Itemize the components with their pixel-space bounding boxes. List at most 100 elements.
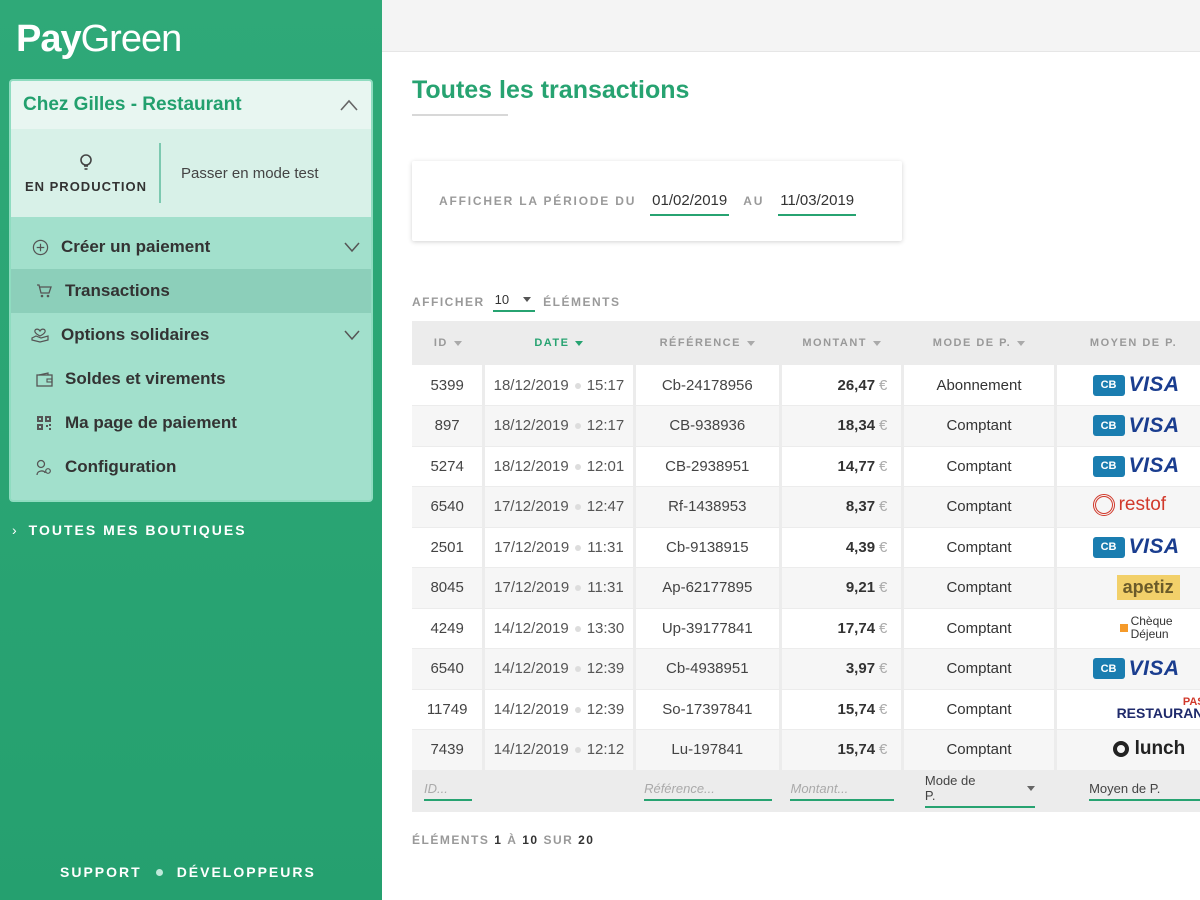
cell-date: 14/12/2019 12:12 [483, 729, 636, 771]
column-header-payment-method[interactable]: MOYEN DE P. [1055, 321, 1200, 365]
currency-symbol: € [879, 660, 888, 678]
page-size-row: AFFICHER 10 ÉLÉMENTS [412, 292, 620, 312]
cell-reference: Lu-197841 [634, 729, 782, 771]
start-date-input[interactable]: 01/02/2019 [650, 192, 730, 216]
separator-dot [574, 382, 581, 389]
cb-visa-logo: CB VISA [1092, 535, 1180, 559]
cell-payment-mode: Comptant [902, 729, 1057, 771]
column-header-amount[interactable]: MONTANT [780, 321, 902, 365]
sidebar-item-create-payment[interactable]: Créer un paiement [11, 225, 371, 269]
separator-dot [575, 585, 582, 592]
filter-select-value: Mode de P. [924, 773, 976, 803]
test-mode-link[interactable]: Passer en mode test [181, 165, 319, 182]
column-header-date[interactable]: DATE [484, 321, 634, 365]
payment-mode-filter-select[interactable]: Mode de P. [924, 773, 1035, 808]
amount-value: 9,21 [845, 579, 876, 597]
table-row[interactable]: 7439 14/12/2019 12:12 Lu-197841 15,74 € Compta… [412, 729, 1200, 771]
cell-payment-method: lunch [1055, 729, 1200, 771]
page-size-select[interactable]: 10 [492, 292, 536, 312]
table-row[interactable]: 5274 18/12/2019 12:01 CB-2938951 14,77 € Compt… [412, 446, 1200, 487]
cell-amount: 8,37 € [780, 486, 905, 528]
amount-value: 15,74 [837, 741, 876, 759]
pager-to-word: À [507, 833, 518, 847]
amount-filter-input[interactable]: Montant... [790, 781, 895, 801]
developers-link[interactable]: DÉVELOPPEURS [177, 864, 316, 880]
column-header-id[interactable]: ID [412, 321, 484, 365]
show-label: AFFICHER [412, 295, 485, 309]
sort-icon [873, 340, 882, 346]
elements-label: ÉLÉMENTS [543, 295, 621, 309]
cell-payment-method: apetiz [1055, 567, 1200, 609]
sidebar-item-transactions[interactable]: Transactions [11, 269, 371, 313]
time-value: 12:39 [586, 660, 625, 678]
sort-icon [453, 340, 462, 346]
cb-visa-logo: CB VISA [1092, 657, 1180, 681]
date-value: 17/12/2019 [494, 579, 570, 597]
pager-of-word: SUR [543, 833, 574, 847]
cell-payment-method: CB VISA [1055, 446, 1200, 487]
currency-symbol: € [879, 457, 888, 475]
sidebar-item-payment-page[interactable]: Ma page de paiement [11, 401, 371, 445]
cell-payment-mode: Comptant [902, 405, 1057, 447]
table-row[interactable]: 6540 14/12/2019 12:39 Cb-4938951 3,97 € Compta… [412, 648, 1200, 690]
column-header-reference[interactable]: RÉFÉRENCE [634, 321, 780, 365]
currency-symbol: € [879, 417, 888, 435]
environment-row: EN PRODUCTION Passer en mode test [11, 129, 371, 217]
cell-reference: Cb-9138915 [634, 527, 782, 568]
paygreen-logo[interactable]: PayGreen [16, 18, 182, 61]
sidebar-nav: Créer un paiement Transactions Options s… [11, 217, 371, 500]
amount-value: 14,77 [837, 457, 876, 475]
shop-name: Chez Gilles - Restaurant [23, 94, 242, 115]
cell-payment-method: CB VISA [1055, 365, 1200, 406]
cell-amount: 18,34 € [780, 405, 905, 447]
pager-from: 1 [494, 833, 503, 847]
cell-payment-method: PASSRESTAURANT [1055, 689, 1200, 730]
date-value: 18/12/2019 [493, 457, 569, 475]
table-row[interactable]: 5399 18/12/2019 15:17 Cb-24178956 26,47 € Abon… [412, 365, 1200, 406]
restaurant-logo-text: RESTAURANT [1116, 704, 1200, 721]
cell-id: 897 [412, 405, 486, 447]
end-date-input[interactable]: 11/03/2019 [778, 192, 857, 216]
pager-to: 10 [522, 833, 539, 847]
chevron-down-icon [344, 330, 360, 341]
period-to-label: AU [743, 194, 765, 208]
cell-amount: 26,47 € [780, 365, 905, 406]
sidebar-item-label: Options solidaires [61, 325, 210, 344]
apetiz-logo: apetiz [1116, 575, 1180, 601]
sidebar-item-solidarity-options[interactable]: Options solidaires [11, 313, 371, 357]
cell-amount: 4,39 € [780, 527, 905, 568]
shop-selector[interactable]: Chez Gilles - Restaurant [11, 81, 371, 129]
reference-filter-input[interactable]: Référence... [644, 781, 773, 801]
table-row[interactable]: 6540 17/12/2019 12:47 Rf-1438953 8,37 € Compta… [412, 486, 1200, 528]
restoflash-logo: restof [1092, 493, 1166, 516]
cb-logo-text: CB [1092, 536, 1125, 558]
id-filter-input[interactable]: ID... [424, 781, 472, 801]
table-row[interactable]: 897 18/12/2019 12:17 CB-938936 18,34 € Comptan… [412, 405, 1200, 447]
amount-value: 4,39 [845, 538, 876, 556]
period-filter-card: AFFICHER LA PÉRIODE DU 01/02/2019 AU 11/… [412, 161, 902, 241]
cb-visa-logo: CB VISA [1092, 454, 1180, 478]
table-row[interactable]: 4249 14/12/2019 13:30 Up-39177841 17,74 € Comp… [412, 608, 1200, 649]
support-link[interactable]: SUPPORT [60, 864, 142, 880]
cell-reference: Cb-24178956 [634, 365, 782, 406]
sidebar-item-balances[interactable]: Soldes et virements [11, 357, 371, 401]
cb-logo-text: CB [1092, 374, 1125, 396]
column-header-payment-mode[interactable]: MODE DE P. [903, 321, 1055, 365]
cart-icon [35, 282, 53, 300]
lightbulb-icon [80, 153, 92, 170]
sidebar-item-configuration[interactable]: Configuration [11, 445, 371, 489]
lunchr-icon [1112, 741, 1129, 758]
chevron-right-icon: › [12, 522, 19, 538]
cell-date: 18/12/2019 15:17 [483, 365, 636, 406]
plus-circle-icon [31, 238, 49, 256]
header-label: MOYEN DE P. [1089, 337, 1178, 349]
time-value: 13:30 [586, 619, 625, 637]
cell-payment-mode: Comptant [902, 648, 1057, 690]
table-row[interactable]: 11749 14/12/2019 12:39 So-17397841 15,74 € Com… [412, 689, 1200, 730]
all-shops-link[interactable]: › TOUTES MES BOUTIQUES [12, 522, 247, 538]
sidebar-item-label: Configuration [65, 457, 177, 476]
table-row[interactable]: 2501 17/12/2019 11:31 Cb-9138915 4,39 € Compta… [412, 527, 1200, 568]
payment-method-filter-select[interactable]: Moyen de P. [1089, 781, 1200, 801]
table-row[interactable]: 8045 17/12/2019 11:31 Ap-62177895 9,21 € Compt… [412, 567, 1200, 609]
cell-amount: 3,97 € [780, 648, 905, 690]
